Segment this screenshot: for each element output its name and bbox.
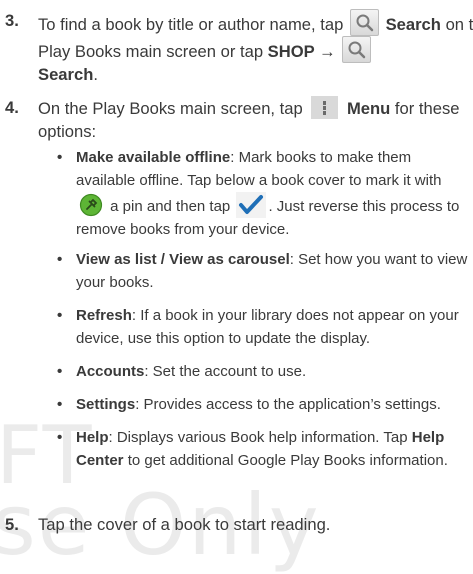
option-text: : Set the account to use.	[144, 363, 307, 380]
bullet: •	[57, 251, 63, 268]
bullet: •	[57, 307, 63, 324]
option-settings: • Settings: Provides access to the appli…	[38, 393, 473, 416]
option-term: Refresh	[76, 307, 132, 324]
bullet: •	[57, 396, 63, 413]
step-text: Tap the cover of a book to start reading…	[38, 515, 331, 534]
option-accounts: • Accounts: Set the account to use.	[38, 360, 473, 383]
search-icon	[342, 36, 372, 63]
option-term: Help	[76, 429, 109, 446]
option-list: • Make available offline: Mark books to …	[0, 146, 473, 472]
checkmark-icon	[236, 192, 267, 218]
option-text: : Provides access to the application’s s…	[135, 396, 441, 413]
option-help: • Help: Displays various Book help infor…	[38, 426, 473, 472]
option-term: Make available offline	[76, 149, 231, 166]
search-label: Search	[385, 15, 441, 34]
step-number: 5.	[5, 515, 19, 534]
step-5: 5. Tap the cover of a book to start read…	[0, 513, 473, 536]
step-number: 3.	[5, 11, 19, 30]
bullet: •	[57, 149, 63, 166]
option-refresh: • Refresh: If a book in your library doe…	[38, 304, 473, 350]
option-term: Settings	[76, 396, 136, 413]
option-text: : If a book in your library does not app…	[76, 307, 459, 347]
period: .	[93, 65, 98, 84]
bullet: •	[57, 429, 63, 446]
step-3: 3. To find a book by title or author nam…	[0, 9, 473, 86]
menu-label: Menu	[346, 99, 391, 118]
option-text: a pin and then tap	[110, 198, 231, 215]
option-text: to get additional Google Play Books info…	[127, 452, 448, 469]
bullet: •	[57, 363, 63, 380]
menu-icon	[311, 96, 339, 119]
option-term: View as list / View as carousel	[76, 251, 290, 268]
pin-icon	[79, 193, 103, 217]
search-label: Search	[38, 65, 94, 84]
step-text: On the Play Books main screen, tap	[38, 99, 303, 118]
step-4: 4. On the Play Books main screen, tap Me…	[0, 96, 473, 143]
step-text: To find a book by title or author name, …	[38, 15, 344, 34]
option-make-available-offline: • Make available offline: Mark books to …	[38, 146, 473, 241]
option-text: : Displays various Book help information…	[108, 429, 408, 446]
shop-path: SHOP →	[267, 42, 336, 61]
search-icon	[349, 9, 379, 36]
option-term: Accounts	[76, 363, 145, 380]
manual-page: FT se Only 3. To find a book by title or…	[0, 0, 473, 567]
step-number: 4.	[5, 98, 19, 117]
option-view-as-list: • View as list / View as carousel: Set h…	[38, 248, 473, 294]
